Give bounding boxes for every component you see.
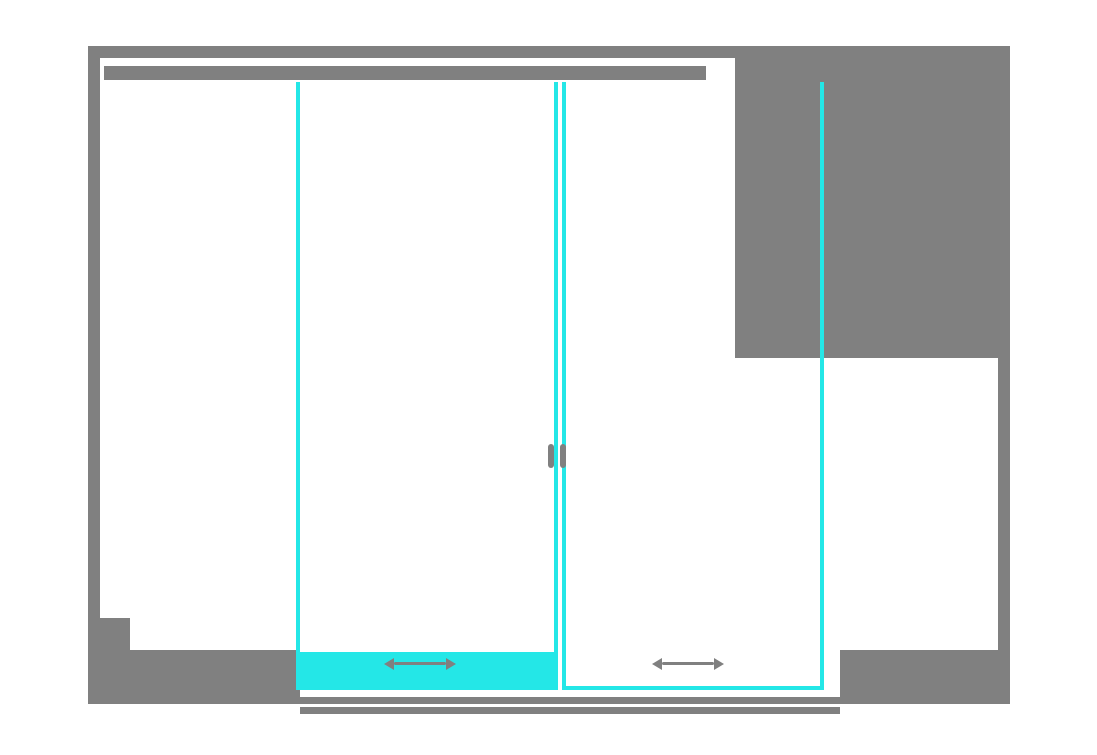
sliding-door-diagram: [0, 0, 1097, 755]
slide-arrow-right-icon: [652, 658, 724, 668]
frame-top-bar: [88, 46, 1010, 58]
sliding-panel-right[interactable]: [562, 82, 824, 690]
slide-arrow-left-icon: [384, 658, 456, 668]
frame-bottom-rail-2: [300, 707, 840, 714]
frame-left-foot: [100, 650, 300, 704]
frame-left-post: [88, 46, 100, 704]
door-handle-icon[interactable]: [548, 444, 566, 468]
frame-right-post: [998, 46, 1010, 704]
frame-left-step: [100, 618, 130, 650]
frame-bottom-rail-1: [300, 697, 840, 704]
frame-header-bar: [104, 66, 706, 80]
sliding-panel-left[interactable]: [296, 82, 558, 690]
frame-right-foot: [840, 650, 998, 704]
